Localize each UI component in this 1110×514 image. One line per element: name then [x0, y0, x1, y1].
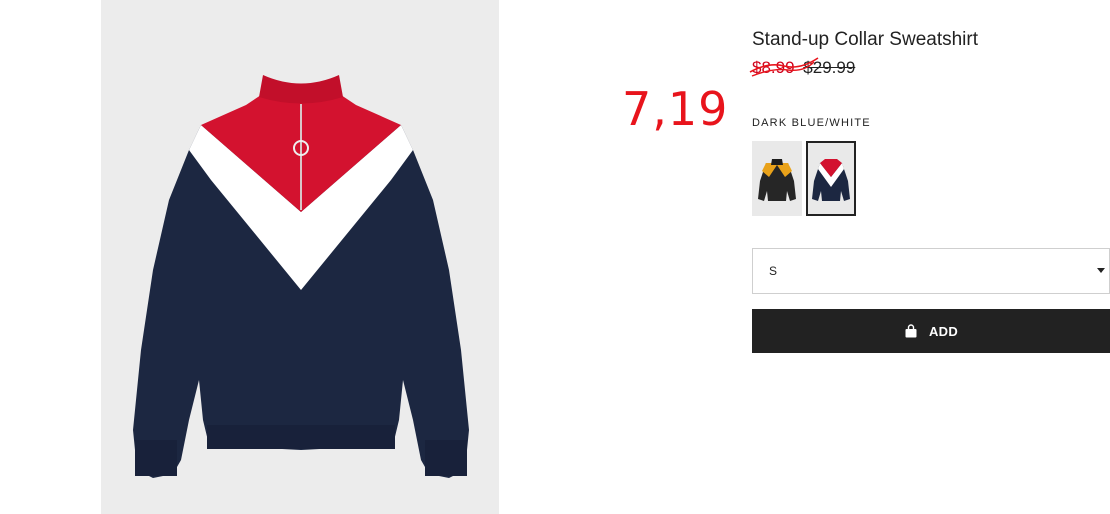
product-title: Stand-up Collar Sweatshirt: [752, 29, 978, 50]
add-button-label: ADD: [928, 323, 959, 339]
shopping-bag-icon: [905, 324, 917, 338]
sale-price: $8.99: [749, 57, 819, 77]
color-swatch-dark-blue-white[interactable]: [806, 141, 856, 216]
size-selected-value: S: [769, 264, 778, 278]
handwritten-price-annotation: 7,19: [622, 82, 729, 136]
caret-down-icon: [1097, 268, 1105, 273]
price-row: $8.99 $29.99: [749, 57, 856, 78]
original-price: $29.99: [803, 58, 856, 77]
color-swatch-black-yellow[interactable]: [752, 141, 802, 216]
product-image[interactable]: [101, 0, 499, 514]
add-to-bag-button[interactable]: ADD: [752, 309, 1110, 353]
sale-price-text: $8.99: [752, 58, 795, 77]
color-label: DARK BLUE/WHITE: [752, 117, 871, 129]
size-select[interactable]: S: [752, 248, 1110, 294]
product-info: Stand-up Collar Sweatshirt $8.99 $29.99 …: [749, 0, 1110, 514]
